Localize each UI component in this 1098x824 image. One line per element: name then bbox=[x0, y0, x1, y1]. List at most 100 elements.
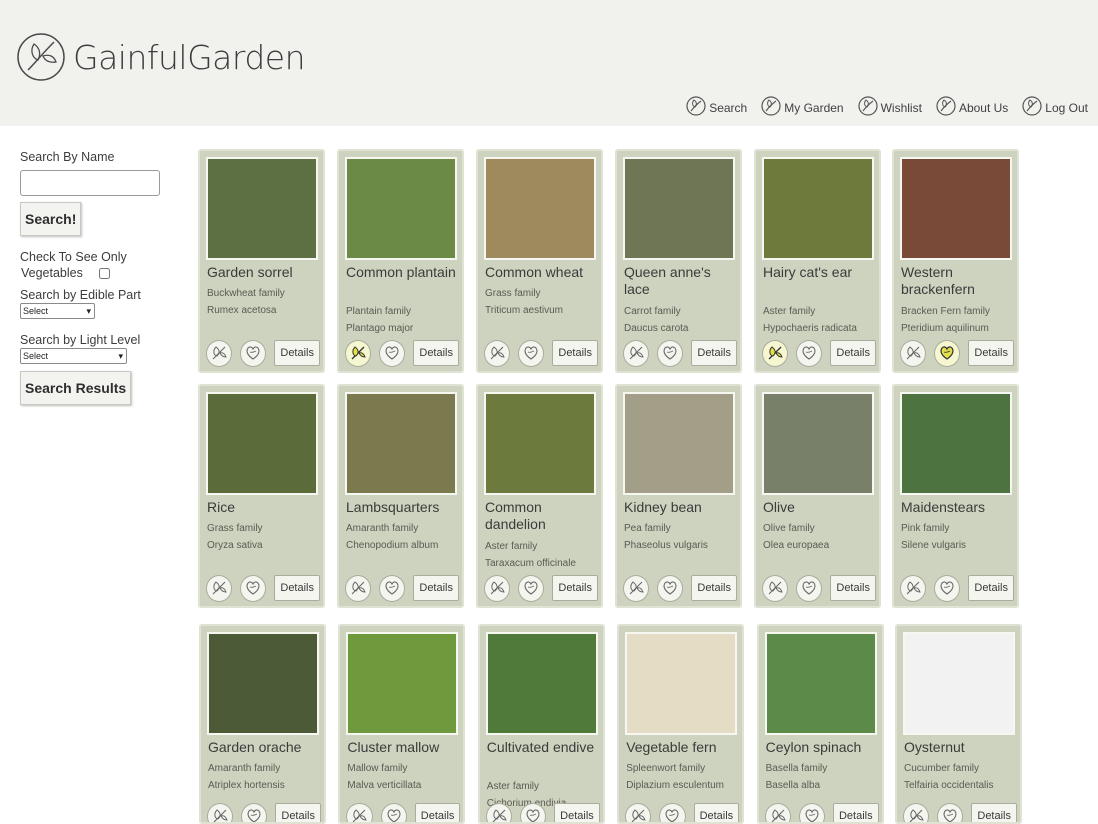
add-to-garden-icon[interactable] bbox=[484, 575, 510, 602]
edible-part-select[interactable]: Select bbox=[20, 303, 95, 319]
plant-family: Bracken Fern family bbox=[901, 303, 1013, 320]
plant-card: Ceylon spinachBasella familyBasella alba… bbox=[757, 624, 884, 824]
add-to-wishlist-icon[interactable] bbox=[379, 340, 405, 367]
details-button[interactable]: Details bbox=[971, 803, 1017, 824]
details-button[interactable]: Details bbox=[413, 340, 459, 366]
plant-family: Pink family bbox=[901, 520, 1013, 537]
details-button[interactable]: Details bbox=[694, 803, 740, 824]
add-to-garden-icon[interactable] bbox=[623, 340, 649, 367]
details-button[interactable]: Details bbox=[968, 340, 1014, 366]
details-button[interactable]: Details bbox=[275, 803, 321, 824]
plant-family: Aster family bbox=[485, 538, 597, 555]
plant-photo bbox=[206, 157, 318, 260]
add-to-wishlist-icon[interactable] bbox=[381, 803, 407, 824]
plant-actions: Details bbox=[345, 574, 459, 602]
details-button[interactable]: Details bbox=[274, 575, 320, 601]
light-level-select[interactable]: Select bbox=[20, 348, 127, 364]
plant-card: MaidenstearsPink familySilene vulgarisDe… bbox=[892, 384, 1019, 608]
search-name-input[interactable] bbox=[20, 170, 160, 196]
plant-name: Queen anne's lace bbox=[624, 264, 736, 298]
plant-photo bbox=[765, 632, 877, 735]
light-level-selected: Select bbox=[23, 351, 48, 361]
plant-actions: Details bbox=[206, 339, 320, 367]
add-to-wishlist-icon[interactable] bbox=[379, 575, 405, 602]
add-to-garden-icon[interactable] bbox=[345, 340, 371, 367]
nav-wishlist[interactable]: Wishlist bbox=[858, 96, 922, 119]
add-to-garden-icon[interactable] bbox=[486, 803, 512, 824]
add-to-wishlist-icon[interactable] bbox=[520, 803, 546, 824]
add-to-wishlist-icon[interactable] bbox=[518, 340, 544, 367]
add-to-wishlist-icon[interactable] bbox=[659, 803, 685, 824]
add-to-garden-icon[interactable] bbox=[625, 803, 651, 824]
add-to-wishlist-icon[interactable] bbox=[796, 575, 822, 602]
add-to-garden-icon[interactable] bbox=[623, 575, 649, 602]
nav-search[interactable]: Search bbox=[686, 96, 747, 119]
plant-family: Amaranth family bbox=[346, 520, 458, 537]
add-to-wishlist-icon[interactable] bbox=[934, 575, 960, 602]
add-to-wishlist-icon[interactable] bbox=[799, 803, 825, 824]
brand-logo[interactable]: GainfulGarden bbox=[16, 32, 305, 82]
plant-scientific-name: Daucus carota bbox=[624, 320, 736, 337]
plant-name: Common dandelion bbox=[485, 499, 597, 533]
plant-name: Western brackenfern bbox=[901, 264, 1013, 298]
add-to-wishlist-icon[interactable] bbox=[241, 803, 267, 824]
plant-photo bbox=[625, 632, 737, 735]
plant-name: Vegetable fern bbox=[626, 739, 738, 756]
details-button[interactable]: Details bbox=[415, 803, 461, 824]
add-to-wishlist-icon[interactable] bbox=[657, 340, 683, 367]
add-to-wishlist-icon[interactable] bbox=[934, 340, 960, 367]
add-to-wishlist-icon[interactable] bbox=[518, 575, 544, 602]
search-button[interactable]: Search! bbox=[20, 202, 81, 236]
details-button[interactable]: Details bbox=[691, 340, 737, 366]
plant-actions: Details bbox=[206, 574, 320, 602]
add-to-wishlist-icon[interactable] bbox=[937, 803, 963, 824]
nav-log-out[interactable]: Log Out bbox=[1022, 96, 1088, 119]
details-button[interactable]: Details bbox=[413, 575, 459, 601]
details-button[interactable]: Details bbox=[830, 575, 876, 601]
details-button[interactable]: Details bbox=[554, 803, 600, 824]
vegetables-only-checkbox[interactable] bbox=[99, 268, 110, 279]
add-to-garden-icon[interactable] bbox=[206, 340, 232, 367]
add-to-wishlist-icon[interactable] bbox=[657, 575, 683, 602]
plant-scientific-name: Malva verticillata bbox=[347, 777, 459, 794]
add-to-garden-icon[interactable] bbox=[206, 575, 232, 602]
plant-photo bbox=[900, 157, 1012, 260]
plant-card: OysternutCucumber familyTelfairia occide… bbox=[895, 624, 1022, 824]
add-to-garden-icon[interactable] bbox=[345, 575, 371, 602]
add-to-wishlist-icon[interactable] bbox=[240, 575, 266, 602]
details-button[interactable]: Details bbox=[833, 803, 879, 824]
plant-scientific-name: Telfairia occidentalis bbox=[904, 777, 1016, 794]
nav-about-us[interactable]: About Us bbox=[936, 96, 1008, 119]
add-to-garden-icon[interactable] bbox=[484, 340, 510, 367]
plant-actions: Details bbox=[346, 802, 460, 824]
add-to-garden-icon[interactable] bbox=[762, 340, 788, 367]
add-to-garden-icon[interactable] bbox=[903, 803, 929, 824]
details-button[interactable]: Details bbox=[552, 340, 598, 366]
plant-name: Ceylon spinach bbox=[766, 739, 878, 756]
plant-card: Hairy cat's earAster familyHypochaeris r… bbox=[754, 149, 881, 373]
details-button[interactable]: Details bbox=[830, 340, 876, 366]
plant-card: Garden oracheAmaranth familyAtriplex hor… bbox=[199, 624, 326, 824]
plant-scientific-name: Atriplex hortensis bbox=[208, 777, 320, 794]
edible-part-label: Search by Edible Part bbox=[20, 288, 180, 302]
details-button[interactable]: Details bbox=[274, 340, 320, 366]
leaf-logo-icon bbox=[16, 32, 66, 82]
add-to-garden-icon[interactable] bbox=[207, 803, 233, 824]
search-leaf-icon bbox=[686, 96, 709, 119]
details-button[interactable]: Details bbox=[552, 575, 598, 601]
add-to-garden-icon[interactable] bbox=[762, 575, 788, 602]
details-button[interactable]: Details bbox=[691, 575, 737, 601]
plant-card: Common wheatGrass familyTriticum aestivu… bbox=[476, 149, 603, 373]
add-to-garden-icon[interactable] bbox=[346, 803, 372, 824]
door-leaf-icon bbox=[1022, 96, 1045, 119]
nav-my-garden[interactable]: My Garden bbox=[761, 96, 843, 119]
add-to-wishlist-icon[interactable] bbox=[796, 340, 822, 367]
add-to-garden-icon[interactable] bbox=[900, 575, 926, 602]
plant-name: Rice bbox=[207, 499, 319, 516]
add-to-garden-icon[interactable] bbox=[900, 340, 926, 367]
search-results-button[interactable]: Search Results bbox=[20, 371, 131, 405]
add-to-wishlist-icon[interactable] bbox=[240, 340, 266, 367]
details-button[interactable]: Details bbox=[968, 575, 1014, 601]
add-to-garden-icon[interactable] bbox=[765, 803, 791, 824]
plant-family: Carrot family bbox=[624, 303, 736, 320]
